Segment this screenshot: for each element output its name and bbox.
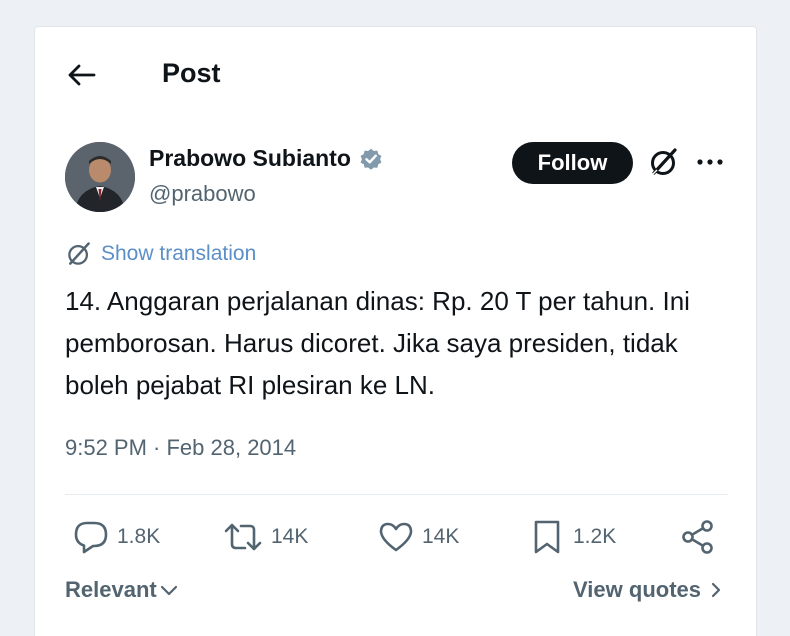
author-name-row[interactable]: Prabowo Subianto <box>149 145 384 172</box>
share-button[interactable] <box>680 517 716 557</box>
bookmark-button[interactable]: 1.2K <box>531 517 616 557</box>
grok-translate-icon <box>68 242 90 265</box>
more-button[interactable] <box>692 145 728 179</box>
reply-count: 1.8K <box>117 525 161 548</box>
author-name[interactable]: Prabowo Subianto <box>149 145 351 172</box>
page-title: Post <box>162 58 221 88</box>
like-button[interactable]: 14K <box>378 517 459 557</box>
post-header: Post <box>35 27 756 121</box>
reply-icon <box>74 521 108 554</box>
replies-footer: Relevant View quotes <box>65 577 725 611</box>
bookmark-icon <box>534 520 560 554</box>
divider <box>65 494 728 495</box>
post-card: Post Prabowo Subianto @prabowo Follow Sh… <box>34 26 757 636</box>
view-quotes-label: View quotes <box>573 577 701 602</box>
show-translation-label[interactable]: Show translation <box>101 242 256 266</box>
arrow-left-icon <box>68 64 96 86</box>
bookmark-count: 1.2K <box>573 525 617 548</box>
action-bar: 1.8K 14K 14K 1.2K <box>35 517 756 557</box>
follow-button[interactable]: Follow <box>512 142 633 184</box>
reply-button[interactable]: 1.8K <box>73 517 160 557</box>
author-handle[interactable]: @prabowo <box>149 181 256 207</box>
tweet-text: 14. Anggaran perjalanan dinas: Rp. 20 T … <box>65 286 690 400</box>
avatar-portrait <box>65 142 135 212</box>
chevron-down-icon <box>160 585 177 596</box>
verified-badge-icon[interactable] <box>358 146 384 172</box>
sort-label: Relevant <box>65 577 157 602</box>
view-quotes-link[interactable]: View quotes <box>573 577 725 603</box>
grok-icon <box>651 148 677 176</box>
sort-replies-dropdown[interactable]: Relevant <box>65 577 179 603</box>
back-button[interactable] <box>63 57 99 93</box>
more-horizontal-icon <box>697 159 723 165</box>
tweet-timestamp[interactable]: 9:52 PM · Feb 28, 2014 <box>65 435 296 461</box>
show-translation-link[interactable]: Show translation <box>65 240 256 268</box>
chevron-right-icon <box>711 582 721 598</box>
like-count: 14K <box>422 525 460 548</box>
repost-icon <box>224 523 262 551</box>
heart-icon <box>379 522 413 552</box>
repost-button[interactable]: 14K <box>223 517 308 557</box>
avatar[interactable] <box>65 142 135 212</box>
grok-button[interactable] <box>647 145 681 179</box>
share-icon <box>682 520 713 554</box>
repost-count: 14K <box>271 525 309 548</box>
